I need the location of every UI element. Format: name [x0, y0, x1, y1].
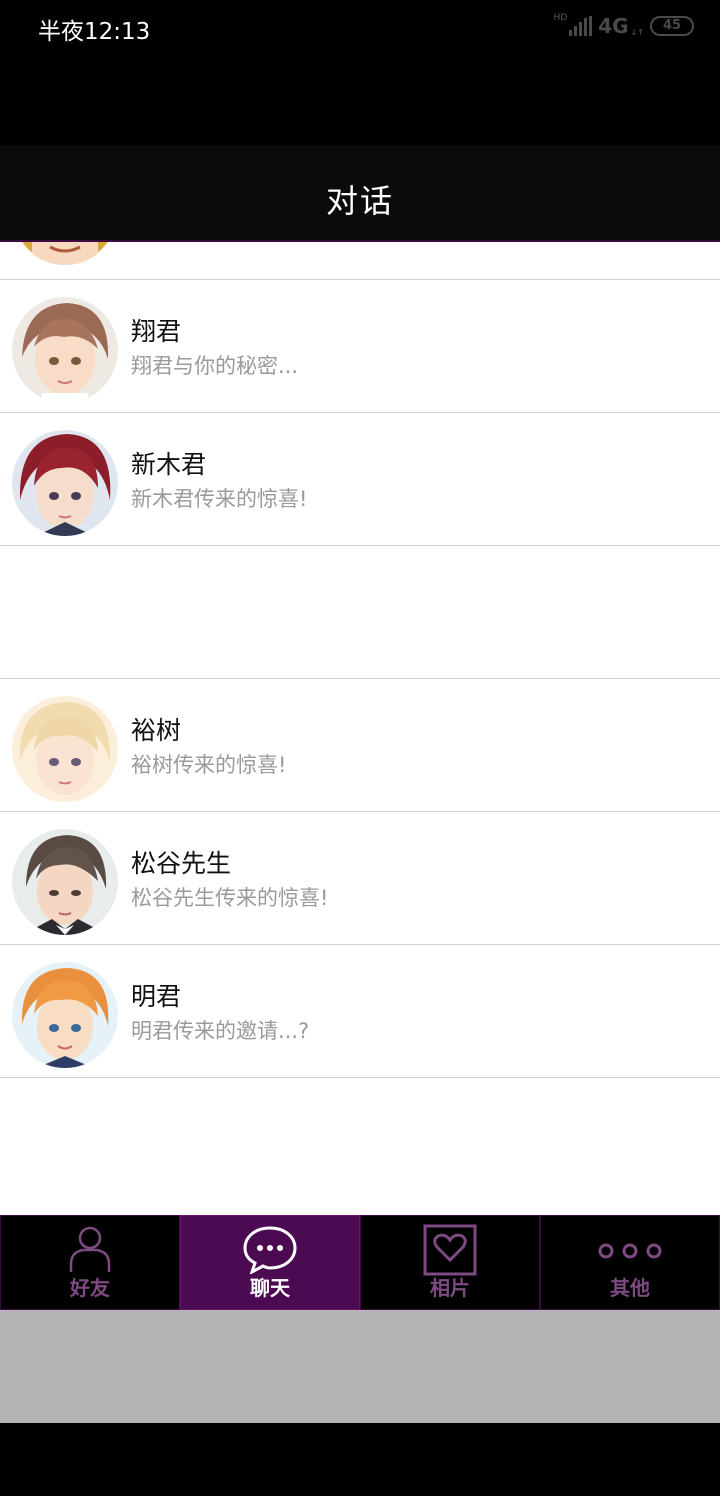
signal-icon [569, 16, 593, 36]
tab-more[interactable]: 其他 [540, 1215, 720, 1310]
more-dots-icon [597, 1242, 663, 1264]
status-indicators: HD 4G ↓↑ 45 [553, 13, 694, 38]
chat-preview: 明君传来的邀请...? [131, 1019, 310, 1043]
battery-icon: 45 [650, 16, 694, 36]
avatar [12, 962, 118, 1068]
avatar [12, 430, 118, 536]
chat-preview: 翔君与你的秘密... [131, 354, 299, 378]
status-bar: 半夜12:13 HD 4G ↓↑ 45 [0, 0, 720, 145]
tab-photos[interactable]: 相片 [360, 1215, 540, 1310]
chat-name: 新木君 [131, 450, 207, 479]
network-type: 4G [598, 14, 629, 38]
chat-name: 明君 [131, 982, 182, 1011]
chat-row[interactable]: 明君 明君传来的邀请...? [0, 945, 720, 1078]
chat-bubble-icon [242, 1224, 298, 1278]
avatar [12, 297, 118, 403]
avatar [12, 240, 118, 265]
navigation-bar-area [0, 1423, 720, 1496]
bottom-tab-bar: 好友 聊天 相片 其他 [0, 1215, 720, 1310]
chat-row[interactable]: 翔君 翔君与你的秘密... [0, 280, 720, 413]
chat-row[interactable]: 裕树 裕树传来的惊喜! [0, 679, 720, 812]
chat-name: 翔君 [131, 317, 182, 346]
person-icon [67, 1224, 113, 1278]
tab-friends[interactable]: 好友 [0, 1215, 180, 1310]
tab-label: 其他 [610, 1276, 650, 1300]
chat-preview: 松谷先生传来的惊喜! [131, 886, 329, 910]
hd-icon: HD [553, 13, 568, 23]
chat-preview: 新木君传来的惊喜! [131, 487, 308, 511]
tab-chat[interactable]: 聊天 [180, 1215, 360, 1310]
chat-row[interactable]: 新木君 新木君传来的惊喜! [0, 413, 720, 546]
chat-row[interactable] [0, 240, 720, 280]
network-arrows-icon: ↓↑ [630, 27, 644, 37]
chat-list[interactable]: 翔君 翔君与你的秘密... 新木君 新木君传来的惊喜! 裕树 裕树传来的惊喜! … [0, 240, 720, 1215]
chat-row[interactable]: 松谷先生 松谷先生传来的惊喜! [0, 812, 720, 945]
chat-name: 裕树 [131, 716, 182, 745]
heart-photo-icon [423, 1224, 477, 1280]
status-time: 半夜12:13 [38, 19, 151, 45]
chat-preview: 裕树传来的惊喜! [131, 753, 287, 777]
chat-row-empty [0, 546, 720, 679]
blank-area [0, 1310, 720, 1423]
page-title: 对话 [325, 181, 394, 220]
avatar [12, 696, 118, 802]
battery-level: 45 [662, 18, 682, 33]
avatar [12, 829, 118, 935]
app-header: 对话 [0, 145, 720, 242]
chat-name: 松谷先生 [131, 849, 232, 878]
